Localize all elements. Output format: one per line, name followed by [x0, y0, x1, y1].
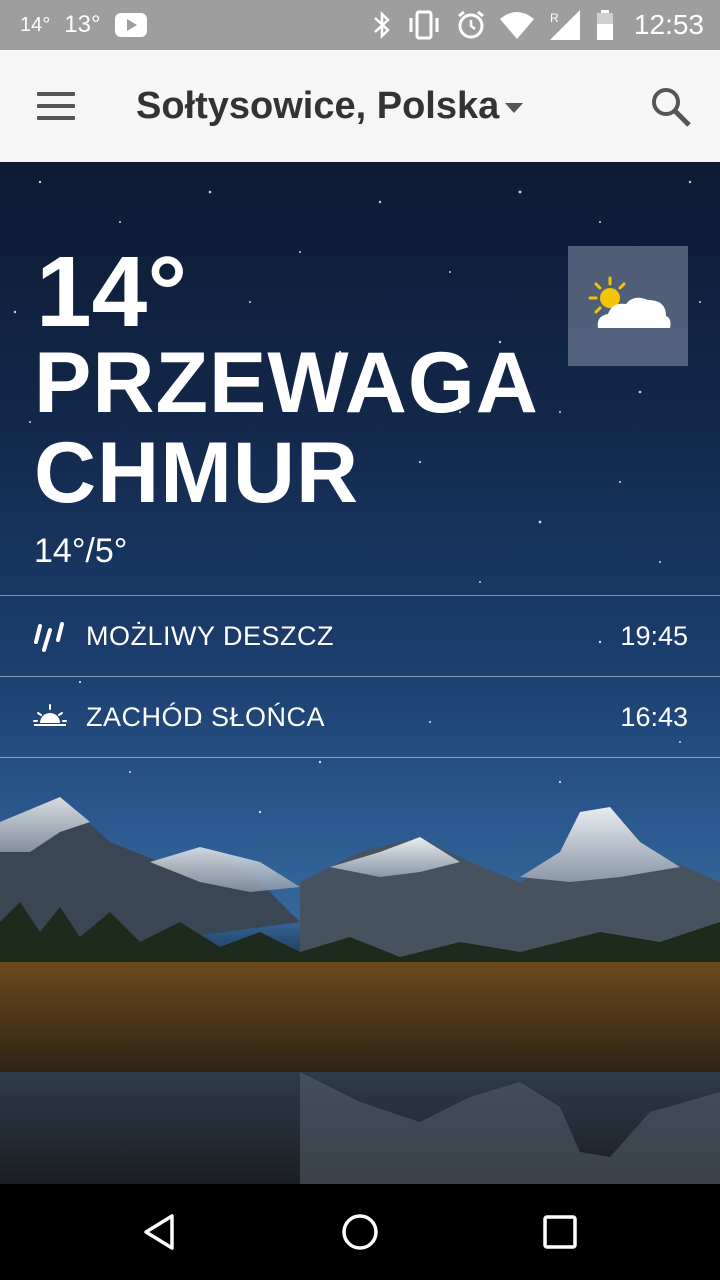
vibrate-icon [409, 10, 439, 40]
detail-row-rain: MOŻLIWY DESZCZ 19:45 [0, 595, 720, 676]
wifi-icon [499, 12, 534, 39]
detail-value: 16:43 [620, 701, 688, 732]
navigation-bar [0, 1184, 720, 1280]
svg-text:R: R [550, 11, 559, 25]
menu-icon[interactable] [28, 80, 84, 132]
alarm-icon [457, 10, 484, 39]
youtube-icon [114, 13, 147, 37]
detail-label: ZACHÓD SŁOŃCA [86, 701, 326, 732]
weather-hero: 14° PRZEWAGA CHMUR 14°/5° MOŻLIWY DESZCZ… [0, 162, 720, 1184]
location-selector[interactable]: Sołtysowice, Polska [136, 50, 524, 162]
back-icon[interactable] [138, 1210, 182, 1254]
location-title: Sołtysowice, Polska [136, 84, 500, 127]
detail-row-sunset: ZACHÓD SŁOŃCA 16:43 [0, 676, 720, 757]
clock: 12:53 [633, 9, 704, 40]
divider [0, 757, 720, 758]
bluetooth-icon [374, 10, 390, 40]
dropdown-icon [505, 103, 524, 113]
battery-icon [596, 10, 613, 40]
detail-value: 19:45 [620, 620, 688, 651]
high-low-temperature: 14°/5° [34, 532, 128, 570]
current-temperature: 14° [36, 236, 188, 348]
rain-icon [34, 622, 64, 652]
home-icon[interactable] [338, 1210, 382, 1254]
status-bar: 14° 13° R 12:53 [0, 0, 720, 50]
condition-line-1: PRZEWAGA [34, 335, 539, 431]
detail-label: MOŻLIWY DESZCZ [86, 620, 335, 651]
app-bar: Sołtysowice, Polska [0, 50, 720, 163]
condition-line-2: CHMUR [34, 425, 360, 521]
partly-cloudy-icon [568, 246, 688, 366]
temperature-notification: 14° [20, 13, 51, 36]
signal-icon: R [549, 10, 580, 40]
recents-icon[interactable] [538, 1210, 582, 1254]
search-icon[interactable] [646, 82, 696, 132]
sunset-icon [33, 704, 67, 726]
condition-text: PRZEWAGA CHMUR [34, 338, 594, 518]
temperature-notification-small: 13° [64, 11, 101, 38]
